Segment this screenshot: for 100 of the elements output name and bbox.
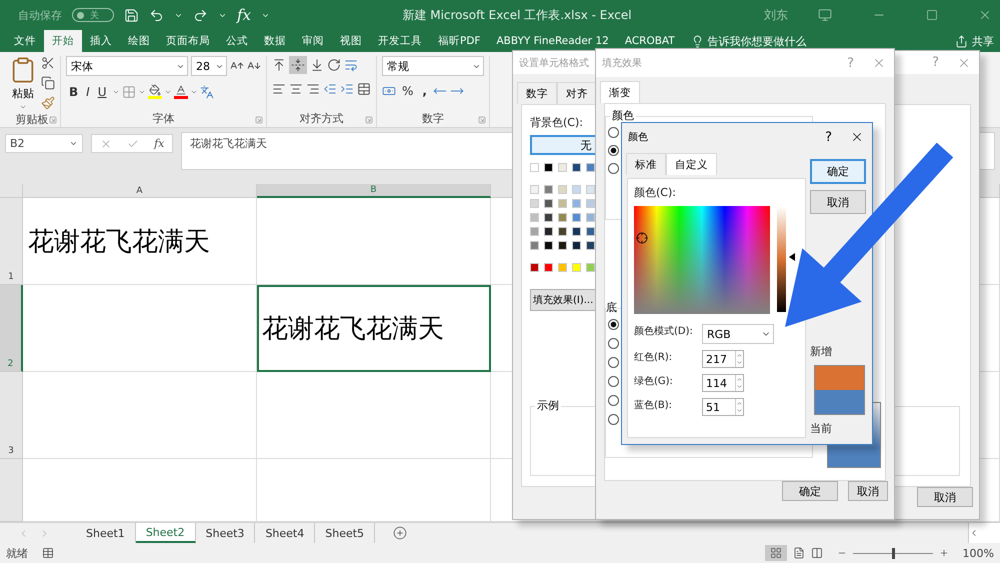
row-header[interactable]: 1 (0, 198, 23, 285)
color-swatch[interactable] (572, 163, 581, 172)
font-name-field[interactable]: 宋体 (66, 56, 188, 76)
color-swatch[interactable] (572, 199, 581, 208)
color-swatch[interactable] (586, 213, 595, 222)
macro-record-icon[interactable] (42, 547, 54, 559)
color-swatch[interactable] (558, 163, 567, 172)
color-swatch[interactable] (544, 163, 553, 172)
maximize-icon[interactable] (926, 9, 938, 21)
ribbon-tab[interactable]: 审阅 (294, 30, 332, 52)
underline-button[interactable]: U (94, 84, 110, 98)
dialog-tab[interactable]: 标准 (626, 153, 666, 175)
color-swatch[interactable] (544, 185, 553, 194)
row-header[interactable]: 3 (0, 372, 23, 459)
color-swatch[interactable] (572, 185, 581, 194)
save-icon[interactable] (124, 8, 139, 22)
top-align-icon[interactable] (272, 58, 286, 72)
cancel-button[interactable]: 取消 (917, 487, 973, 508)
caret-icon[interactable] (69, 139, 78, 148)
cancel-button[interactable]: 取消 (810, 190, 866, 214)
radio-button[interactable] (608, 145, 619, 156)
fill-effects-button[interactable]: 填充效果(I)... (530, 289, 596, 312)
radio-button[interactable] (608, 395, 619, 406)
color-swatch[interactable] (558, 185, 567, 194)
color-swatch[interactable] (544, 199, 553, 208)
radio-button[interactable] (608, 357, 619, 368)
wrap-text-icon[interactable] (344, 58, 358, 72)
color-swatch[interactable] (530, 213, 539, 222)
number-field[interactable]: 217 (702, 350, 744, 368)
font-size-field[interactable]: 28 (191, 56, 227, 76)
color-swatch[interactable] (572, 263, 581, 272)
insert-function-button[interactable]: fx (154, 137, 164, 150)
zoom-thumb[interactable] (892, 548, 895, 558)
fill-color-button[interactable] (148, 84, 162, 99)
color-swatch[interactable] (586, 227, 595, 236)
orientation-icon[interactable] (327, 58, 341, 72)
column-header[interactable]: B (257, 184, 491, 198)
align-right-icon[interactable] (306, 82, 320, 96)
add-sheet-icon[interactable] (393, 526, 408, 540)
number-field[interactable]: 114 (702, 374, 744, 392)
font-color-icon[interactable] (174, 84, 186, 96)
launcher-icon[interactable] (365, 116, 373, 124)
color-swatch[interactable] (572, 227, 581, 236)
color-swatch[interactable] (572, 213, 581, 222)
paste-button[interactable]: 粘贴 (9, 56, 37, 111)
ribbon-tab[interactable]: 公式 (218, 30, 256, 52)
spin-down-icon[interactable] (736, 359, 743, 366)
undo-icon[interactable] (149, 8, 164, 22)
color-swatch[interactable] (530, 163, 539, 172)
radio-button[interactable] (608, 319, 619, 330)
color-spectrum[interactable] (634, 206, 770, 314)
color-swatch[interactable] (544, 227, 553, 236)
color-swatch[interactable] (530, 227, 539, 236)
ok-button[interactable]: 确定 (810, 159, 866, 184)
font-color-button[interactable] (174, 84, 188, 99)
ribbon-tab[interactable]: 开发工具 (370, 30, 430, 52)
spin-up-icon[interactable] (736, 376, 743, 383)
ribbon-tab[interactable]: 页面布局 (158, 30, 218, 52)
color-swatch[interactable] (558, 241, 567, 250)
ribbon-tab[interactable]: 绘图 (120, 30, 158, 52)
color-swatch[interactable] (544, 263, 553, 272)
dialog-tab[interactable]: 自定义 (666, 153, 717, 175)
ribbon-tab[interactable]: ACROBAT (616, 30, 683, 52)
number-format-field[interactable]: 常规 (382, 56, 484, 76)
dialog-tab[interactable]: 对齐 (557, 82, 597, 104)
color-swatch[interactable] (544, 213, 553, 222)
cut-icon[interactable] (41, 56, 55, 70)
crosshair-icon[interactable] (636, 232, 648, 244)
launcher-icon[interactable] (478, 116, 486, 124)
spin-down-icon[interactable] (736, 407, 743, 414)
increase-indent-icon[interactable] (340, 82, 354, 96)
color-swatch[interactable] (530, 241, 539, 250)
normal-view-button[interactable] (764, 545, 787, 561)
share-icon[interactable] (955, 34, 968, 48)
ribbon-tab[interactable]: 福昕PDF (430, 30, 488, 52)
italic-button[interactable]: I (83, 84, 93, 98)
ribbon-tab[interactable]: 插入 (82, 30, 120, 52)
radio-button[interactable] (608, 338, 619, 349)
dialog-tab[interactable]: 渐变 (600, 81, 640, 103)
decrease-indent-icon[interactable] (323, 82, 337, 96)
paint-bucket-icon[interactable] (148, 84, 160, 96)
ok-button[interactable]: 确定 (782, 481, 838, 501)
sheet-tab[interactable]: Sheet2 (136, 523, 196, 543)
spin-up-icon[interactable] (736, 400, 743, 407)
spin-up-icon[interactable] (736, 352, 743, 359)
zoom-in-icon[interactable] (938, 548, 949, 558)
ribbon-tab[interactable]: 数据 (256, 30, 294, 52)
color-swatch[interactable] (586, 263, 595, 272)
spin-down-icon[interactable] (736, 383, 743, 390)
help-button[interactable]: ? (813, 130, 844, 144)
tell-me-search[interactable]: 告诉我你想要做什么 (682, 30, 815, 52)
ribbon-tab[interactable]: 文件 (6, 30, 44, 52)
color-swatch[interactable] (558, 227, 567, 236)
copy-icon[interactable] (41, 76, 55, 90)
color-swatch[interactable] (530, 199, 539, 208)
insert-function-button[interactable]: fx (237, 6, 252, 24)
ribbon-display-icon[interactable] (818, 8, 832, 22)
color-swatch[interactable] (530, 185, 539, 194)
grid-icon[interactable] (770, 547, 782, 559)
radio-button[interactable] (608, 376, 619, 387)
